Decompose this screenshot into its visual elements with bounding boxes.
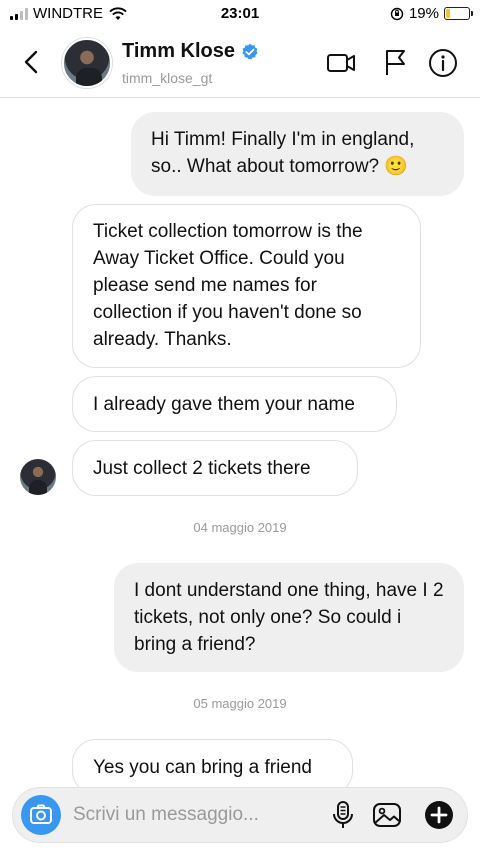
battery-level-fill bbox=[446, 9, 451, 18]
message-outgoing[interactable]: Hi Timm! Finally I'm in england, so.. Wh… bbox=[131, 112, 464, 196]
battery-percent: 19% bbox=[408, 5, 439, 22]
message-input[interactable]: Scrivi un messaggio... bbox=[73, 804, 259, 826]
profile-avatar[interactable] bbox=[62, 38, 112, 88]
sender-avatar[interactable] bbox=[20, 459, 56, 495]
chat-header: Timm Klose timm_klose_gt bbox=[0, 28, 480, 98]
camera-button[interactable] bbox=[21, 795, 61, 835]
message-incoming[interactable]: Ticket collection tomorrow is the Away T… bbox=[72, 204, 421, 368]
camera-icon bbox=[30, 804, 52, 824]
flag-icon[interactable] bbox=[380, 48, 410, 78]
date-separator: 04 maggio 2019 bbox=[193, 520, 287, 535]
microphone-icon[interactable] bbox=[327, 799, 359, 831]
verified-badge-icon bbox=[242, 43, 258, 59]
contact-name[interactable]: Timm Klose bbox=[122, 40, 235, 63]
plus-icon[interactable] bbox=[423, 799, 455, 831]
video-call-icon[interactable] bbox=[326, 48, 356, 78]
status-bar: WINDTRE 23:01 19% bbox=[0, 0, 480, 28]
gallery-icon[interactable] bbox=[371, 799, 403, 831]
message-incoming[interactable]: Just collect 2 tickets there bbox=[72, 440, 358, 496]
info-icon[interactable] bbox=[428, 48, 458, 78]
message-composer: Scrivi un messaggio... bbox=[12, 787, 468, 843]
name-row[interactable]: Timm Klose bbox=[122, 40, 259, 63]
message-incoming[interactable]: I already gave them your name bbox=[72, 376, 397, 432]
contact-username[interactable]: timm_klose_gt bbox=[122, 70, 212, 86]
battery-icon bbox=[444, 7, 473, 20]
orientation-lock-icon bbox=[390, 7, 404, 20]
status-right: 19% bbox=[390, 5, 473, 22]
date-separator: 05 maggio 2019 bbox=[193, 696, 287, 711]
back-chevron-icon[interactable] bbox=[18, 48, 46, 76]
message-outgoing[interactable]: I dont understand one thing, have I 2 ti… bbox=[114, 563, 464, 672]
